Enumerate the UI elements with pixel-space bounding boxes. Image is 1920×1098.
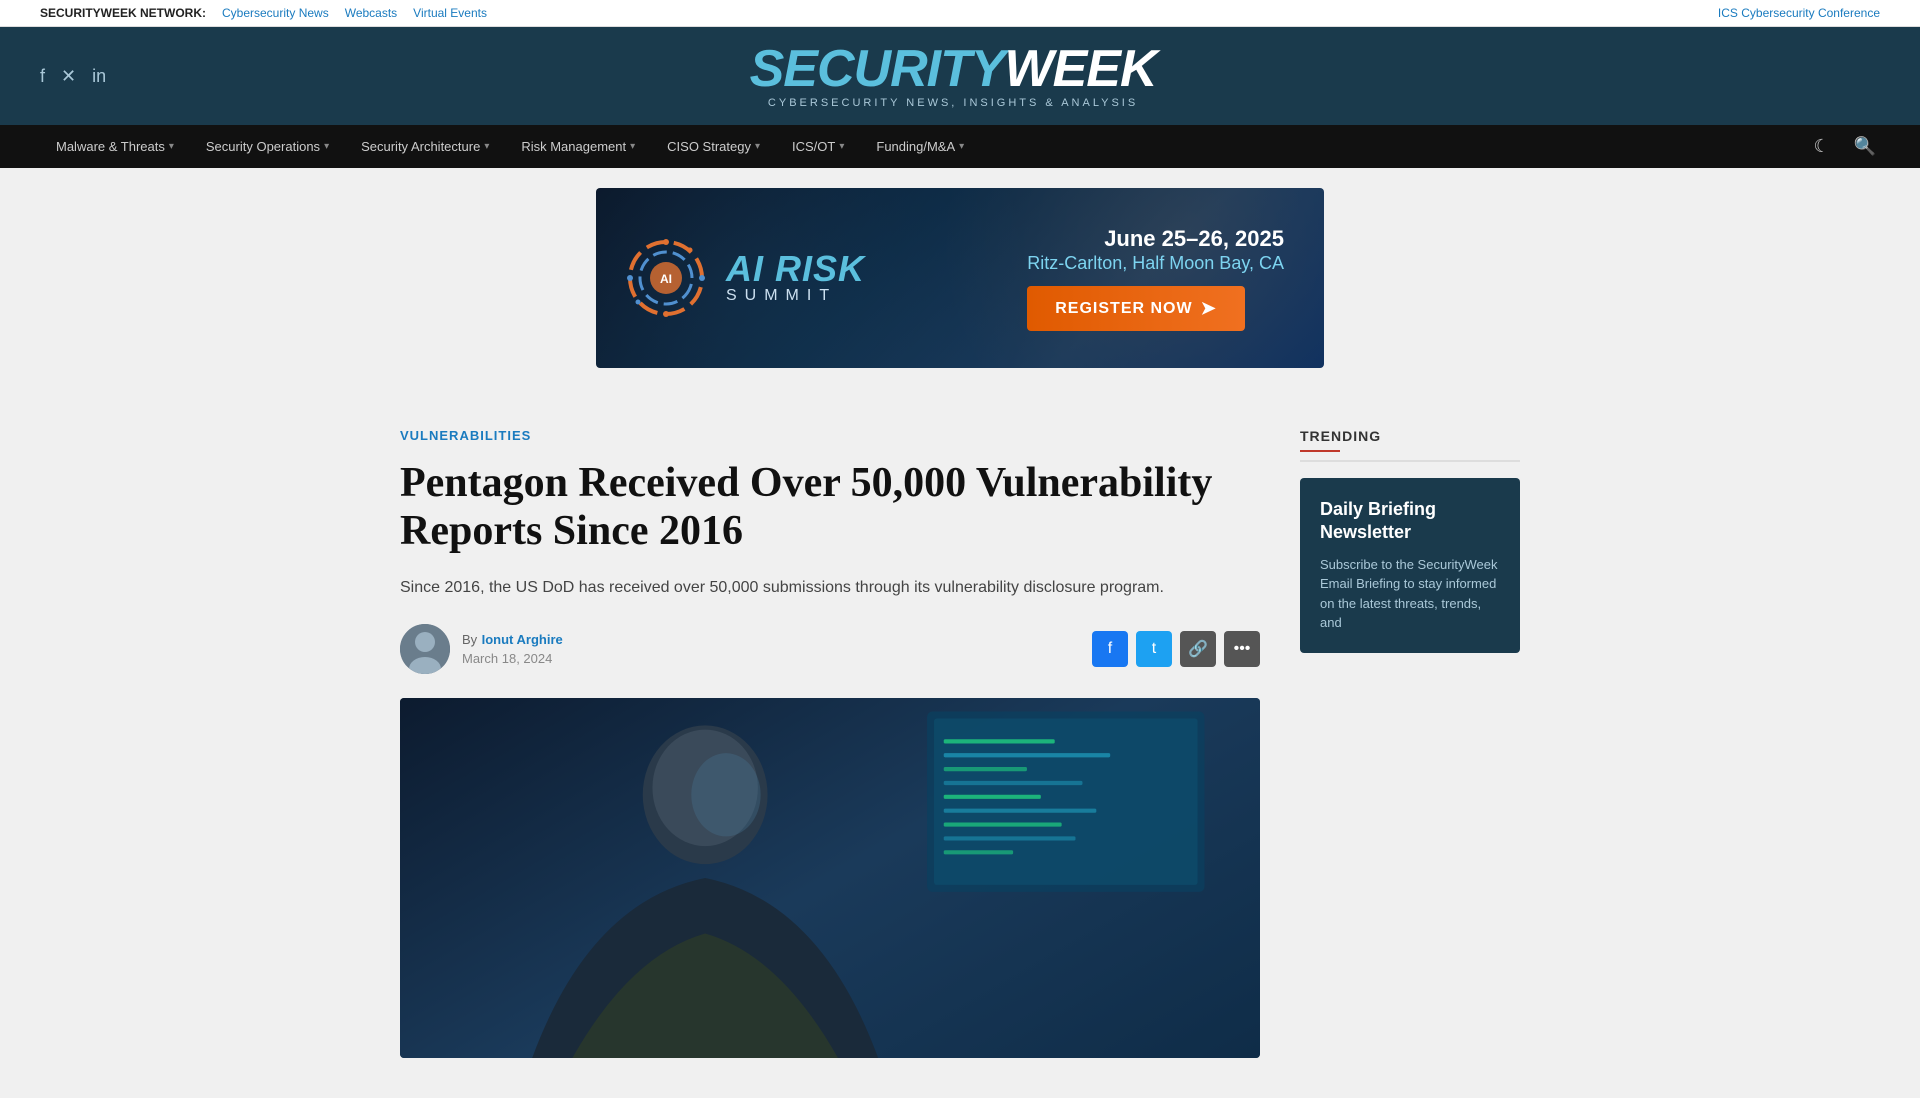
- banner-area: AI AI RISK SUMMIT June 25–26, 2025 Rit: [0, 168, 1920, 388]
- chevron-down-icon: ▾: [484, 141, 489, 152]
- nav-links: Malware & Threats ▾ Security Operations …: [40, 125, 980, 168]
- webcasts-link[interactable]: Webcasts: [345, 6, 397, 20]
- summit-name: AI RISK: [726, 251, 865, 287]
- chevron-down-icon: ▾: [839, 141, 844, 152]
- logo-week: WEEK: [1005, 40, 1157, 98]
- ai-risk-summit-banner[interactable]: AI AI RISK SUMMIT June 25–26, 2025 Rit: [596, 188, 1324, 368]
- chevron-down-icon: ▾: [755, 141, 760, 152]
- arrow-icon: ➤: [1201, 298, 1217, 319]
- logo-security: SECURITY: [750, 40, 1005, 98]
- banner-title-area: AI RISK SUMMIT: [726, 251, 865, 305]
- share-more-button[interactable]: •••: [1224, 631, 1260, 667]
- network-bar: SECURITYWEEK NETWORK: Cybersecurity News…: [0, 0, 1920, 27]
- newsletter-text: Subscribe to the SecurityWeek Email Brie…: [1320, 555, 1500, 633]
- nav-ciso-strategy[interactable]: CISO Strategy ▾: [651, 125, 776, 168]
- virtual-events-link[interactable]: Virtual Events: [413, 6, 487, 20]
- author-avatar: [400, 624, 450, 674]
- network-bar-right: ICS Cybersecurity Conference: [1718, 6, 1880, 20]
- logo-tagline: CYBERSECURITY NEWS, INSIGHTS & ANALYSIS: [750, 97, 1157, 109]
- share-link-button[interactable]: 🔗: [1180, 631, 1216, 667]
- article-main: VULNERABILITIES Pentagon Received Over 5…: [400, 428, 1260, 1058]
- newsletter-card: Daily Briefing Newsletter Subscribe to t…: [1300, 478, 1520, 653]
- search-icon[interactable]: 🔍: [1850, 132, 1880, 161]
- author-info: By Ionut Arghire March 18, 2024: [462, 631, 563, 666]
- article-sidebar: TRENDING Daily Briefing Newsletter Subsc…: [1300, 428, 1520, 1058]
- article-summary: Since 2016, the US DoD has received over…: [400, 576, 1260, 600]
- author-area: By Ionut Arghire March 18, 2024: [400, 624, 563, 674]
- article-hero-image: [400, 698, 1260, 1058]
- network-bar-left: SECURITYWEEK NETWORK: Cybersecurity News…: [40, 6, 487, 20]
- main-nav: Malware & Threats ▾ Security Operations …: [0, 125, 1920, 168]
- banner-venue: Ritz-Carlton, Half Moon Bay, CA: [1027, 253, 1284, 274]
- ai-risk-logo: AI: [626, 238, 706, 318]
- nav-ics-ot[interactable]: ICS/OT ▾: [776, 125, 860, 168]
- share-buttons: f t 🔗 •••: [1092, 631, 1260, 667]
- article-title: Pentagon Received Over 50,000 Vulnerabil…: [400, 459, 1260, 556]
- banner-date: June 25–26, 2025: [1027, 225, 1284, 254]
- twitter-x-icon[interactable]: ✕: [61, 66, 76, 87]
- article-meta: By Ionut Arghire March 18, 2024 f t 🔗 ••: [400, 624, 1260, 674]
- svg-text:AI: AI: [660, 272, 672, 286]
- chevron-down-icon: ▾: [959, 141, 964, 152]
- newsletter-title: Daily Briefing Newsletter: [1320, 498, 1500, 545]
- nav-malware-threats[interactable]: Malware & Threats ▾: [40, 125, 190, 168]
- cybersecurity-news-link[interactable]: Cybersecurity News: [222, 6, 329, 20]
- avatar-image: [400, 624, 450, 674]
- chevron-down-icon: ▾: [169, 141, 174, 152]
- nav-icons: ☾ 🔍: [1809, 132, 1880, 161]
- social-icons: f ✕ in: [40, 66, 106, 87]
- network-label: SECURITYWEEK NETWORK:: [40, 6, 206, 20]
- share-facebook-button[interactable]: f: [1092, 631, 1128, 667]
- linkedin-icon[interactable]: in: [92, 66, 106, 87]
- trending-underline: [1300, 450, 1340, 452]
- ics-conference-link[interactable]: ICS Cybersecurity Conference: [1718, 6, 1880, 20]
- chevron-down-icon: ▾: [324, 141, 329, 152]
- trending-label: TRENDING: [1300, 428, 1520, 462]
- banner-right: June 25–26, 2025 Ritz-Carlton, Half Moon…: [1027, 225, 1284, 332]
- site-logo[interactable]: SECURITYWEEK CYBERSECURITY NEWS, INSIGHT…: [750, 43, 1157, 109]
- register-now-button[interactable]: REGISTER NOW ➤: [1027, 286, 1244, 331]
- facebook-icon[interactable]: f: [40, 66, 45, 87]
- article-category[interactable]: VULNERABILITIES: [400, 428, 1260, 443]
- author-name-link[interactable]: Ionut Arghire: [482, 632, 563, 647]
- banner-left: AI AI RISK SUMMIT: [626, 238, 865, 318]
- dark-mode-toggle[interactable]: ☾: [1809, 132, 1833, 161]
- chevron-down-icon: ▾: [630, 141, 635, 152]
- author-by-line: By Ionut Arghire: [462, 631, 563, 649]
- nav-security-architecture[interactable]: Security Architecture ▾: [345, 125, 505, 168]
- article-container: VULNERABILITIES Pentagon Received Over 5…: [360, 388, 1560, 1098]
- site-header: f ✕ in SECURITYWEEK CYBERSECURITY NEWS, …: [0, 27, 1920, 125]
- nav-funding-ma[interactable]: Funding/M&A ▾: [860, 125, 980, 168]
- article-date: March 18, 2024: [462, 651, 563, 666]
- nav-security-operations[interactable]: Security Operations ▾: [190, 125, 345, 168]
- logo-text: SECURITYWEEK: [750, 43, 1157, 95]
- nav-risk-management[interactable]: Risk Management ▾: [505, 125, 651, 168]
- share-twitter-button[interactable]: t: [1136, 631, 1172, 667]
- summit-subtitle: SUMMIT: [726, 287, 865, 305]
